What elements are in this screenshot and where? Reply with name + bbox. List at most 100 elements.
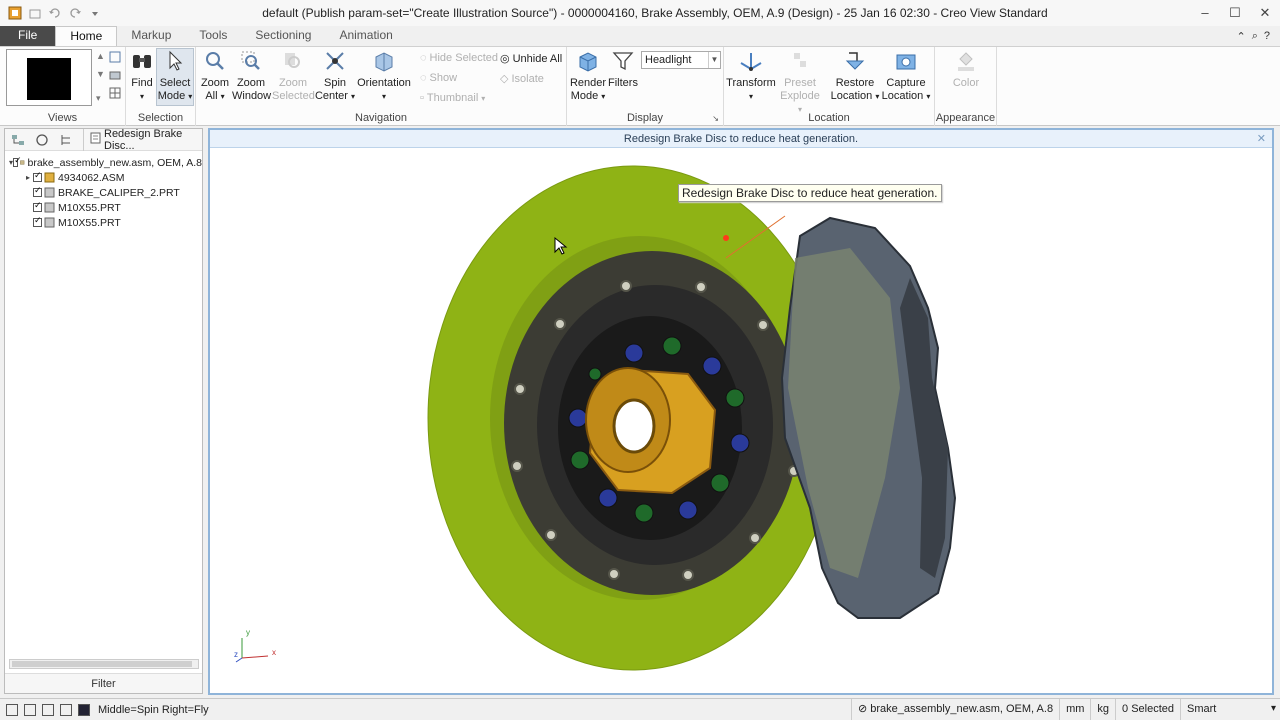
find-button[interactable]: Find ▾ <box>128 49 156 103</box>
select-mode-button[interactable]: Select Mode ▾ <box>156 48 194 106</box>
layout-blank-icon[interactable] <box>60 703 72 716</box>
length-unit[interactable]: mm <box>1059 699 1090 720</box>
brake-assembly-model[interactable] <box>210 148 1272 693</box>
group-appearance: Color Appearance <box>935 47 997 126</box>
axis-triad <box>235 638 269 663</box>
part-icon <box>44 187 55 198</box>
layout-single-icon[interactable] <box>6 703 18 716</box>
zoom-selected-button[interactable]: Zoom Selected <box>272 49 315 103</box>
ribbon-right-controls: ⌃ ⌕ ? <box>1236 26 1280 46</box>
views-scroll-down-icon[interactable]: ▼ <box>96 69 105 79</box>
tree-row[interactable]: ▸ 4934062.ASM <box>5 170 202 185</box>
visibility-checkbox[interactable] <box>33 215 42 227</box>
maximize-icon[interactable]: ☐ <box>1220 5 1250 21</box>
hub-bore <box>612 398 656 454</box>
capture-location-button[interactable]: Capture Location ▾ <box>880 49 932 103</box>
view-grid-icon[interactable] <box>109 87 121 102</box>
tab-home[interactable]: Home <box>55 26 118 46</box>
model-icon: ⊘ <box>857 703 868 715</box>
views-scroll-up-icon[interactable]: ▲ <box>96 51 105 61</box>
group-views: ▲ ▼ ▾ Views <box>0 47 126 126</box>
view-manager-icon[interactable] <box>109 69 121 84</box>
tree-row[interactable]: BRAKE_CALIPER_2.PRT <box>5 185 202 200</box>
isolate-button[interactable]: ◇ Isolate <box>500 72 544 86</box>
mass-unit[interactable]: kg <box>1090 699 1115 720</box>
refresh-icon[interactable] <box>35 133 49 147</box>
tree-horizontal-scrollbar[interactable] <box>9 659 199 669</box>
restore-location-button[interactable]: Restore Location ▾ <box>830 49 880 103</box>
tree-row[interactable]: ▾ brake_assembly_new.asm, OEM, A.8 <box>5 155 202 170</box>
group-label-display: Display <box>626 112 664 124</box>
visibility-checkbox[interactable] <box>33 170 42 182</box>
help-icon[interactable]: ? <box>1264 30 1270 42</box>
minimize-icon[interactable]: – <box>1190 5 1220 21</box>
customize-qat-icon[interactable] <box>88 6 102 20</box>
annotation-callout[interactable]: Redesign Brake Disc to reduce heat gener… <box>678 184 942 202</box>
title-bar: default (Publish param-set="Create Illus… <box>0 0 1280 26</box>
selection-filter-select[interactable]: Smart <box>1180 699 1280 720</box>
orientation-button[interactable]: Orientation ▾ <box>356 49 412 103</box>
render-mode-icon <box>579 52 597 72</box>
tree-row[interactable]: M10X55.PRT <box>5 215 202 230</box>
axis-z-label: z <box>234 650 238 659</box>
tab-tools[interactable]: Tools <box>185 26 241 46</box>
selection-count: 0 Selected <box>1115 699 1180 720</box>
restore-location-icon <box>845 52 865 70</box>
tab-markup[interactable]: Markup <box>117 26 185 46</box>
expand-icon[interactable]: ▸ <box>23 173 33 182</box>
tree-row[interactable]: M10X55.PRT <box>5 200 202 215</box>
3d-viewport[interactable]: Redesign Brake Disc to reduce heat gener… <box>208 128 1274 695</box>
quick-access-toolbar <box>0 6 150 20</box>
color-button[interactable]: Color <box>943 49 989 90</box>
saved-view-icon[interactable] <box>109 51 121 66</box>
zoom-all-button[interactable]: Zoom All ▾ <box>198 49 232 103</box>
group-location: Transform ▾ Preset Explode ▾ Restore Locati… <box>724 47 935 126</box>
window-title: default (Publish param-set="Create Illus… <box>262 6 1048 20</box>
filter-button[interactable]: Filter <box>5 673 202 693</box>
open-icon[interactable] <box>28 6 42 20</box>
layout-rows-icon[interactable] <box>42 703 54 716</box>
layout-split-icon[interactable] <box>24 703 36 716</box>
spin-center-button[interactable]: Spin Center ▾ <box>314 49 356 103</box>
close-icon[interactable]: ✕ <box>1250 5 1280 21</box>
close-icon[interactable]: ✕ <box>1257 130 1266 148</box>
paint-bucket-icon <box>958 52 974 71</box>
zoom-window-icon <box>241 51 260 70</box>
search-icon[interactable]: ⌕ <box>1252 30 1258 43</box>
app-icon <box>8 6 22 20</box>
tab-file[interactable]: File <box>0 26 56 46</box>
undo-icon[interactable] <box>48 6 62 20</box>
group-label-views: Views <box>47 112 78 124</box>
visibility-checkbox[interactable] <box>33 200 42 212</box>
isolate-icon: ◇ <box>500 73 509 85</box>
unhide-all-button[interactable]: ◎ Unhide All <box>500 52 562 66</box>
collapse-ribbon-icon[interactable]: ⌃ <box>1236 30 1245 43</box>
filters-button[interactable]: Filters <box>607 49 639 90</box>
annotation-set-tab[interactable]: Redesign Brake Disc... <box>83 128 202 152</box>
redo-icon[interactable] <box>68 6 82 20</box>
hide-selected-button[interactable]: ◌ Hide Selected <box>420 52 498 64</box>
tab-animation[interactable]: Animation <box>325 26 406 46</box>
transform-icon <box>740 53 762 71</box>
preset-explode-button[interactable]: Preset Explode ▾ <box>778 49 822 116</box>
zoom-window-button[interactable]: Zoom Window <box>232 49 271 103</box>
callout-anchor[interactable] <box>723 235 729 241</box>
visibility-checkbox[interactable] <box>13 155 21 167</box>
structure-tree-icon[interactable] <box>11 133 25 147</box>
views-more-icon[interactable]: ▾ <box>96 93 101 104</box>
visibility-checkbox[interactable] <box>33 185 42 197</box>
group-label-selection: Selection <box>137 112 184 124</box>
transform-button[interactable]: Transform ▾ <box>726 49 776 103</box>
lighting-select[interactable]: Headlight ▼ <box>641 51 721 69</box>
command-prompt-icon[interactable] <box>78 703 90 716</box>
render-mode-button[interactable]: Render Mode ▾ <box>569 49 607 103</box>
show-button[interactable]: ◌ Show <box>420 72 457 84</box>
explode-icon <box>794 53 806 67</box>
group-selection: Find ▾ Select Mode ▾ Selection <box>126 47 196 126</box>
thumbnail-icon: ▫ <box>420 92 424 104</box>
axis-x-label: x <box>272 648 276 657</box>
thumbnail-button[interactable]: ▫ Thumbnail ▾ <box>420 92 485 104</box>
hierarchy-icon[interactable] <box>59 133 73 147</box>
view-thumbnail[interactable] <box>6 49 92 106</box>
tab-sectioning[interactable]: Sectioning <box>241 26 325 46</box>
